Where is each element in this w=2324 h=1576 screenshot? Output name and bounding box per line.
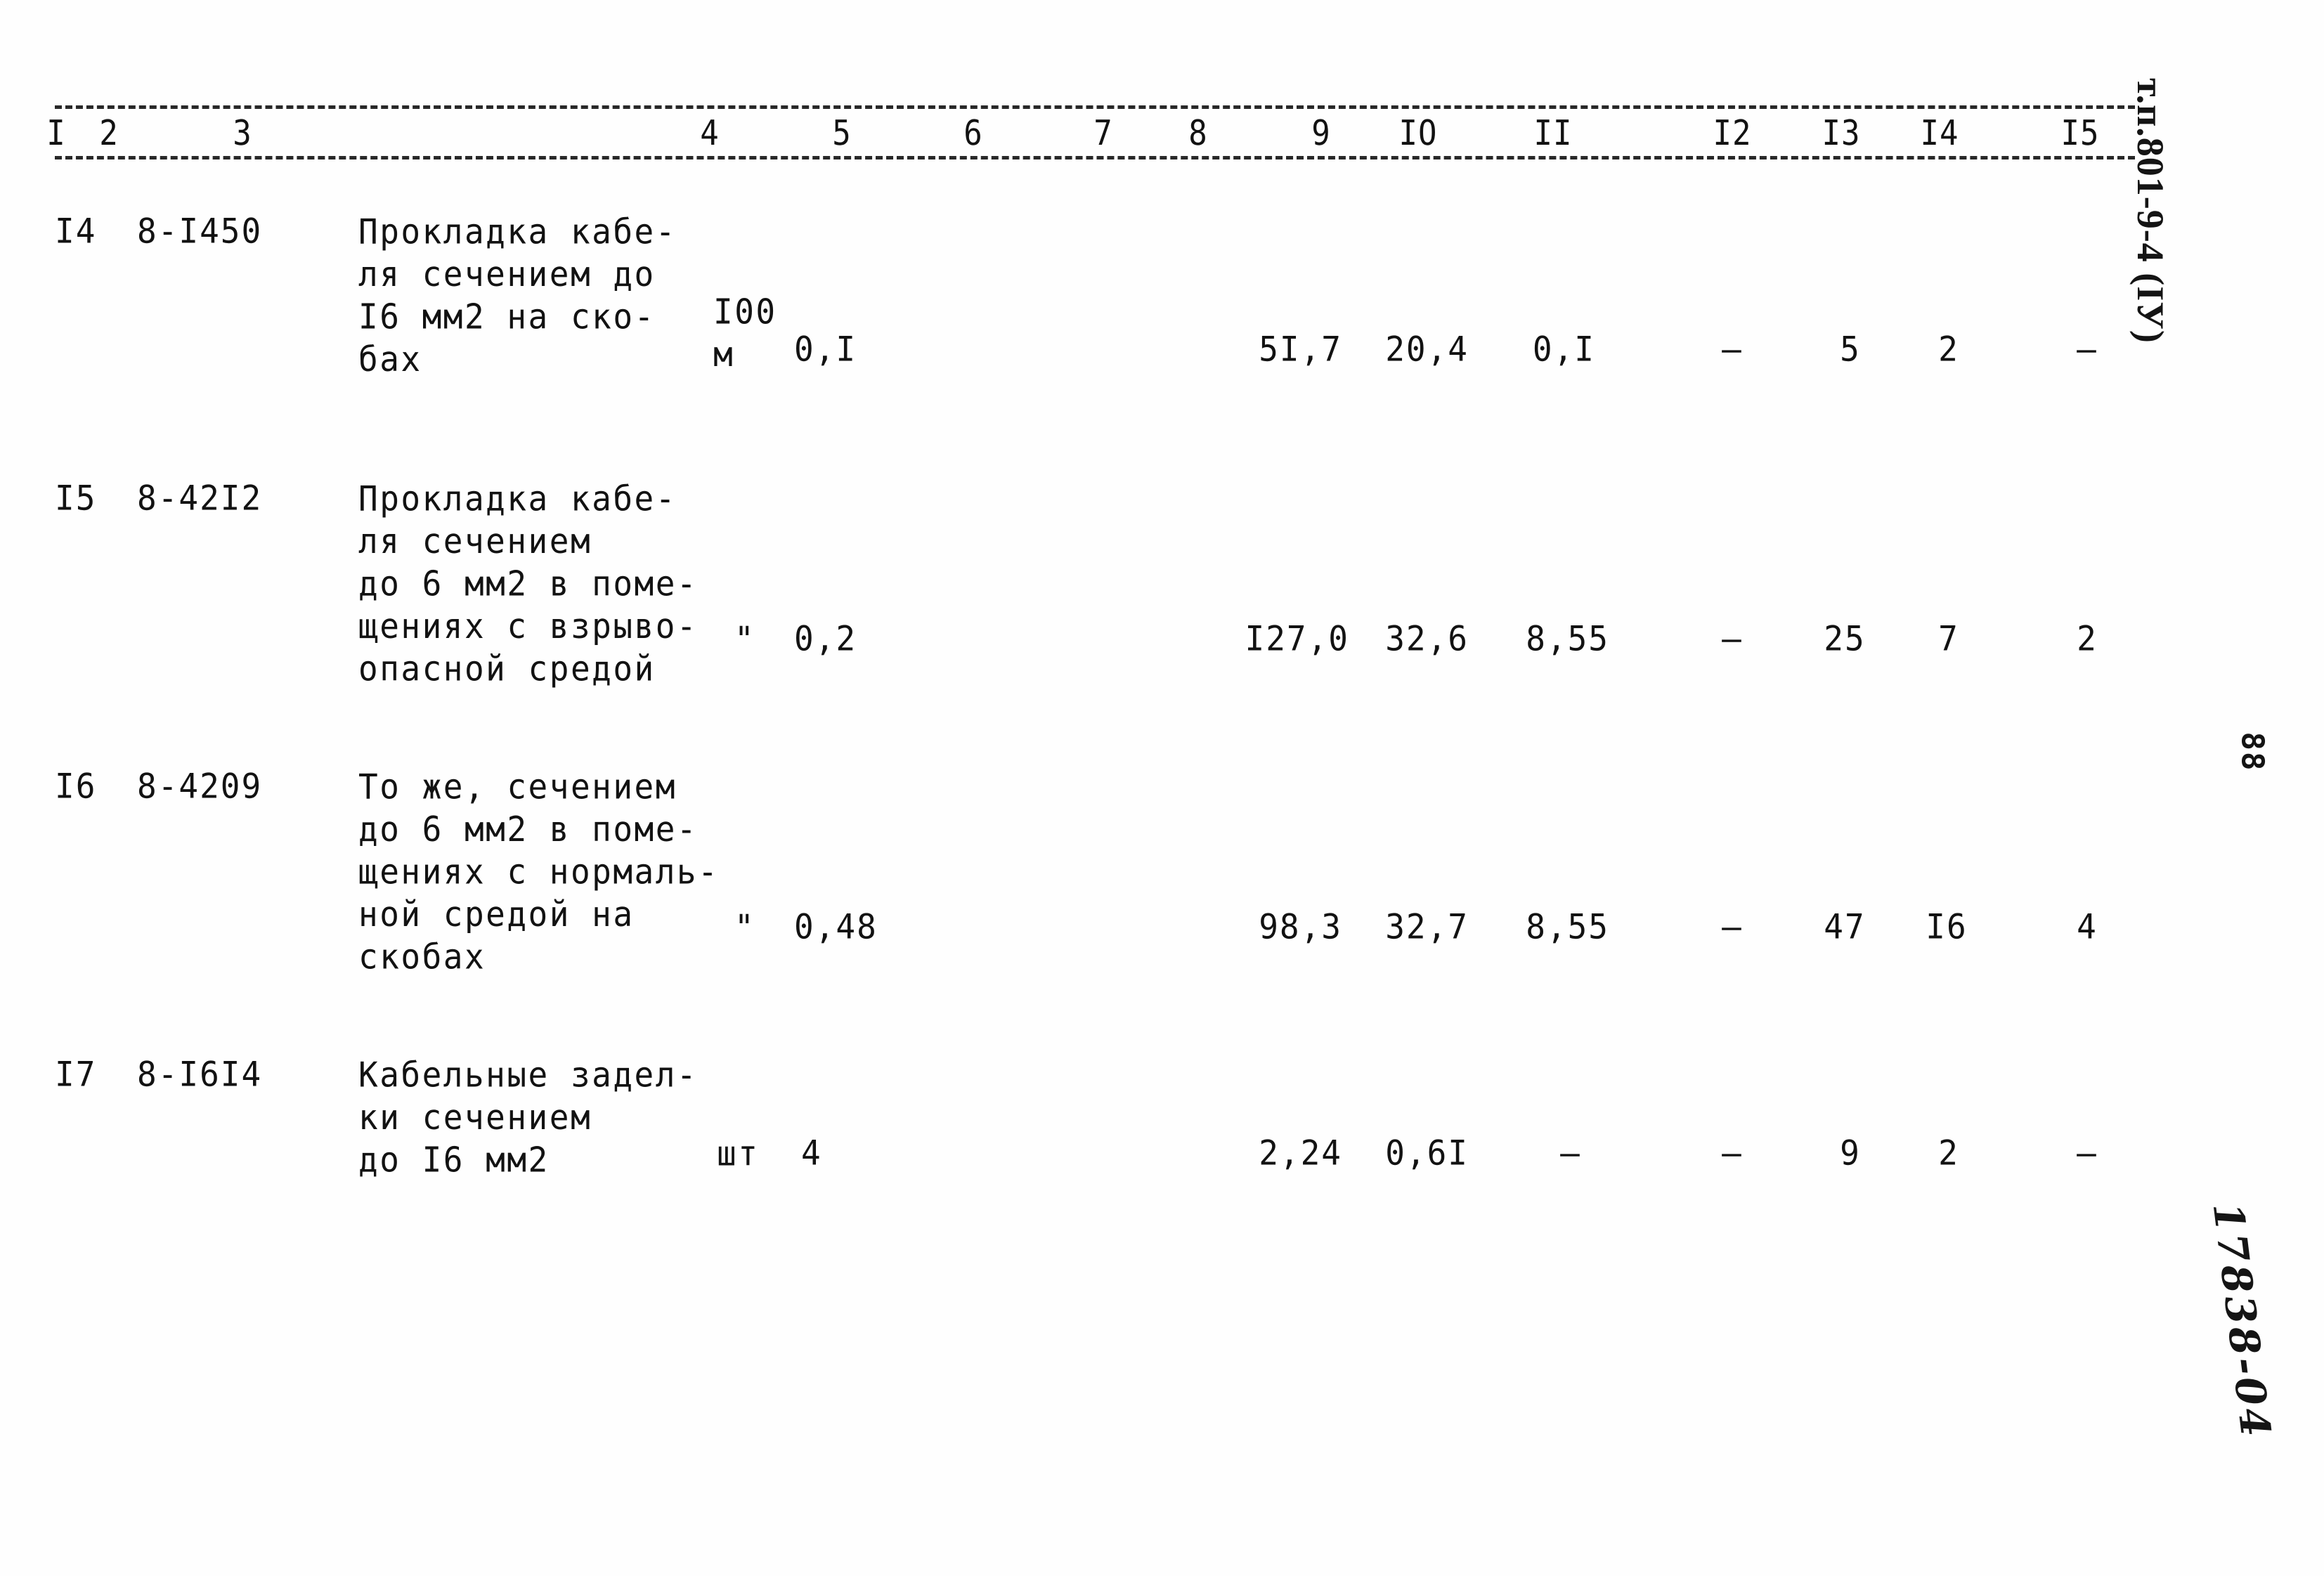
- quantity: 0,I: [794, 329, 857, 370]
- column-header-4: 4: [700, 113, 720, 154]
- header-rule-bottom: [55, 156, 2135, 159]
- value-col-12: –: [1722, 1133, 1743, 1173]
- column-header-6: 6: [963, 113, 983, 154]
- value-col-11: 8,55: [1526, 906, 1609, 947]
- value-col-9: I27,0: [1245, 618, 1349, 659]
- value-col-12: –: [1722, 618, 1743, 659]
- row-number: I5: [55, 478, 97, 519]
- work-description: То же, сечением до 6 мм2 в поме- щениях …: [358, 767, 720, 977]
- scanned-page: I 2 3 4 5 6 7 8 9 IO II I2 I3 I4 I5 I4 8…: [0, 0, 2324, 1576]
- value-col-11: 8,55: [1526, 618, 1609, 659]
- column-header-7: 7: [1093, 113, 1113, 154]
- value-col-14: 7: [1938, 618, 1959, 659]
- norm-code: 8-I450: [137, 211, 263, 252]
- value-col-14: 2: [1938, 329, 1959, 370]
- column-header-14: I4: [1920, 113, 1959, 154]
- value-col-9: 2,24: [1259, 1133, 1342, 1173]
- value-col-12: –: [1722, 906, 1743, 947]
- column-header-9: 9: [1311, 113, 1331, 154]
- value-col-13: 47: [1824, 906, 1866, 947]
- value-col-13: 25: [1824, 618, 1866, 659]
- column-header-2: 2: [99, 113, 119, 154]
- unit-of-measure: ": [734, 619, 756, 660]
- document-series-stamp: т.п.801-9-4 (IУ): [2129, 78, 2172, 344]
- quantity: 0,48: [794, 906, 878, 947]
- column-header-3: 3: [233, 113, 252, 154]
- column-header-12: I2: [1713, 113, 1752, 154]
- value-col-15: –: [2077, 329, 2098, 370]
- value-col-10: 0,6I: [1385, 1133, 1469, 1173]
- norm-code: 8-I6I4: [137, 1054, 263, 1095]
- value-col-15: –: [2077, 1133, 2098, 1173]
- norm-code: 8-4209: [137, 766, 263, 807]
- value-col-10: 20,4: [1385, 329, 1469, 370]
- value-col-14: I6: [1926, 906, 1968, 947]
- row-number: I7: [55, 1054, 97, 1095]
- quantity: 4: [801, 1133, 822, 1173]
- unit-of-measure: ": [734, 907, 756, 948]
- page-number: 88: [2234, 731, 2271, 772]
- column-header-11: II: [1533, 113, 1573, 154]
- value-col-10: 32,6: [1385, 618, 1469, 659]
- unit-of-measure: шт: [717, 1133, 760, 1174]
- row-number: I4: [55, 211, 97, 252]
- header-rule-top: [55, 105, 2135, 109]
- quantity: 0,2: [794, 618, 857, 659]
- row-number: I6: [55, 766, 97, 807]
- value-col-13: 9: [1840, 1133, 1861, 1173]
- value-col-12: –: [1722, 329, 1743, 370]
- value-col-9: 5I,7: [1259, 329, 1342, 370]
- column-header-8: 8: [1188, 113, 1208, 154]
- value-col-11: 0,I: [1532, 329, 1595, 370]
- column-header-1: I: [46, 113, 66, 154]
- value-col-15: 2: [2077, 618, 2098, 659]
- value-col-15: 4: [2077, 906, 2098, 947]
- work-description: Прокладка кабе- ля сечением до I6 мм2 на…: [358, 211, 677, 379]
- column-header-13: I3: [1822, 113, 1861, 154]
- value-col-11: –: [1560, 1133, 1581, 1173]
- value-col-14: 2: [1938, 1133, 1959, 1173]
- column-header-10: IO: [1398, 113, 1438, 154]
- value-col-9: 98,3: [1259, 906, 1342, 947]
- column-header-5: 5: [832, 113, 852, 154]
- unit-of-measure: I00 м: [713, 292, 777, 375]
- archive-number-handwritten: 17838-04: [2203, 1199, 2280, 1443]
- norm-code: 8-42I2: [137, 478, 263, 519]
- value-col-10: 32,7: [1385, 906, 1469, 947]
- value-col-13: 5: [1840, 329, 1861, 370]
- work-description: Прокладка кабе- ля сечением до 6 мм2 в п…: [358, 478, 699, 689]
- column-header-15: I5: [2060, 113, 2100, 154]
- work-description: Кабельные задел- ки сечением до I6 мм2: [358, 1055, 699, 1180]
